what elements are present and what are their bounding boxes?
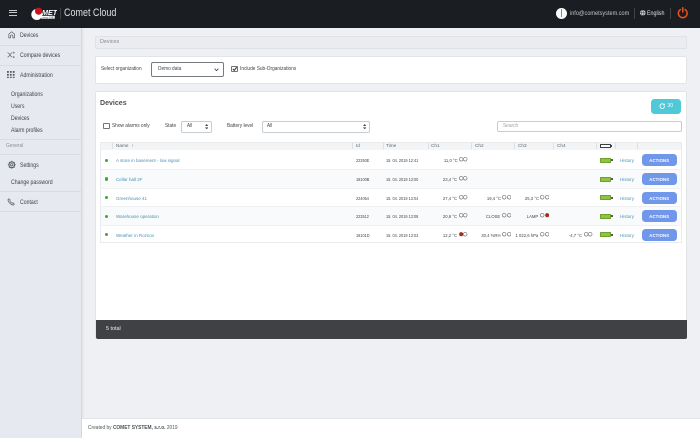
svg-text:since 1991: since 1991 [43, 16, 56, 19]
svg-text:MET: MET [42, 8, 57, 17]
